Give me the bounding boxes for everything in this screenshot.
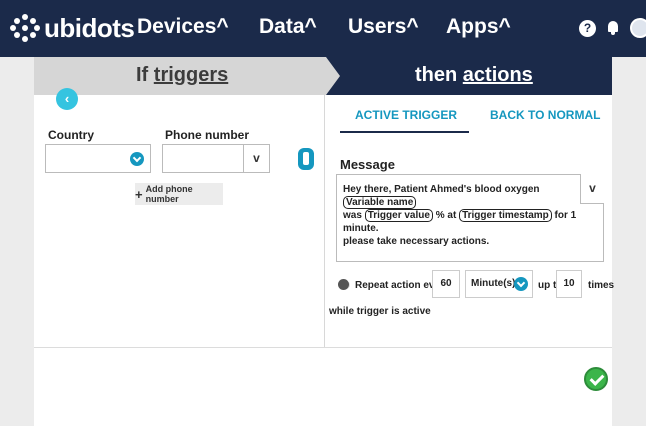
tab-back-to-normal[interactable]: BACK TO NORMAL <box>490 108 600 122</box>
country-select[interactable] <box>45 144 151 173</box>
phone-number-field[interactable]: v <box>162 144 270 173</box>
logo-dots-icon <box>10 13 40 43</box>
ubidots-logo[interactable]: ubidots <box>10 12 135 44</box>
step-then-actions[interactable]: then actions <box>326 57 612 95</box>
variable-menu-chevron-icon[interactable]: v <box>580 174 604 204</box>
repeat-times-input[interactable]: 10 <box>556 270 582 298</box>
times-label: times <box>588 280 615 291</box>
bell-icon[interactable] <box>606 20 620 36</box>
add-phone-number-label: Add phone number <box>145 184 193 204</box>
country-label: Country <box>48 128 94 142</box>
step-if-triggers[interactable]: If triggers <box>34 57 340 95</box>
nav-icons: ? <box>579 18 646 38</box>
active-tab-indicator <box>340 131 469 133</box>
confirm-check-button[interactable] <box>584 367 608 391</box>
top-nav: ubidots Devices^ Data^ Users^ Apps^ ? <box>0 0 646 57</box>
message-text-5: please take necessary actions. <box>343 236 490 247</box>
phone-chevron-icon[interactable]: v <box>243 145 269 172</box>
repeat-unit-value: Minute(s) <box>471 278 516 289</box>
message-textarea[interactable]: Hey there, Patient Ahmed's blood oxygen … <box>336 174 604 262</box>
step-if-label: If triggers <box>136 64 229 86</box>
footer-divider <box>34 347 612 348</box>
back-chevron-icon[interactable]: ‹ <box>56 88 78 110</box>
token-trigger-value[interactable]: Trigger value <box>364 209 433 222</box>
message-label: Message <box>340 157 395 172</box>
step-then-label: then actions <box>415 64 533 86</box>
repeat-unit-select[interactable]: Minute(s) <box>465 270 533 298</box>
help-icon[interactable]: ? <box>579 19 596 37</box>
chevron-down-icon <box>514 277 528 291</box>
phone-number-label: Phone number <box>165 128 250 142</box>
nav-data[interactable]: Data^ <box>259 15 317 39</box>
tab-active-trigger[interactable]: ACTIVE TRIGGER <box>355 108 457 122</box>
plus-icon: + <box>135 186 143 202</box>
nav-apps[interactable]: Apps^ <box>446 15 511 39</box>
nav-users[interactable]: Users^ <box>348 15 419 39</box>
repeat-toggle[interactable] <box>338 279 352 291</box>
repeat-interval-input[interactable]: 60 <box>432 270 460 298</box>
nav-devices[interactable]: Devices^ <box>137 15 229 39</box>
message-text-2: was <box>343 210 362 221</box>
step-header: If triggers then actions <box>34 57 612 95</box>
app-root: ubidots Devices^ Data^ Users^ Apps^ ? If… <box>0 0 646 426</box>
chevron-down-icon <box>130 152 144 166</box>
message-text-3: % at <box>435 210 457 221</box>
logo-text: ubidots <box>44 12 135 43</box>
message-text-1: Hey there, Patient Ahmed's blood oxygen <box>343 184 540 195</box>
while-trigger-active-label: while trigger is active <box>329 306 431 317</box>
trash-icon[interactable] <box>298 148 314 170</box>
avatar[interactable] <box>630 18 646 38</box>
token-trigger-timestamp[interactable]: Trigger timestamp <box>459 209 552 222</box>
add-phone-number-button[interactable]: + Add phone number <box>135 183 223 205</box>
vertical-divider <box>324 95 325 347</box>
token-variable-name[interactable]: Variable name <box>343 196 417 209</box>
